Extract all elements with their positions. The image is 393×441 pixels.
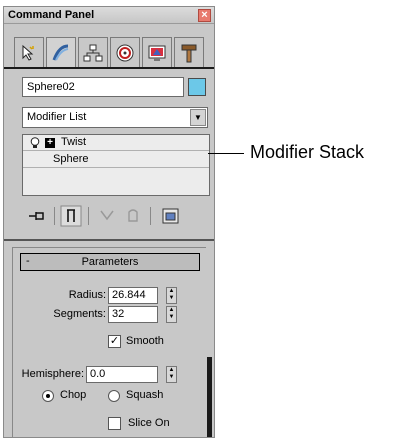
hemisphere-label: Hemisphere:	[21, 368, 84, 380]
stack-toolbar	[22, 205, 212, 229]
toolbar-separator	[88, 207, 89, 225]
segments-spinner[interactable]: ▲ ▼	[166, 306, 177, 323]
motion-wheel-icon	[116, 44, 134, 62]
chop-radio[interactable]	[42, 390, 54, 402]
radius-spinner[interactable]: ▲ ▼	[166, 287, 177, 304]
spinner-down-icon[interactable]: ▼	[167, 314, 176, 321]
parameters-header[interactable]: - Parameters	[20, 253, 200, 271]
show-end-result-icon[interactable]	[60, 205, 82, 227]
panel-title: Command Panel	[8, 9, 95, 21]
spinner-up-icon[interactable]: ▲	[167, 307, 176, 314]
hammer-icon	[181, 44, 197, 63]
hierarchy-icon	[83, 44, 103, 62]
squash-label: Squash	[126, 389, 164, 401]
smooth-label: Smooth	[126, 335, 164, 347]
radius-field[interactable]: 26.844	[108, 287, 158, 304]
lightbulb-icon[interactable]	[30, 137, 40, 149]
command-panel: Command Panel × Sphere02 Modifier List ▼…	[3, 6, 215, 438]
tab-display[interactable]	[142, 37, 172, 67]
panel-divider	[4, 239, 214, 241]
hemisphere-field[interactable]: 0.0	[86, 366, 158, 383]
arrow-cursor-icon	[22, 44, 34, 61]
modify-curve-icon	[52, 44, 69, 61]
tab-underline	[4, 67, 214, 69]
chevron-down-icon[interactable]: ▼	[190, 109, 206, 126]
toolbar-separator	[150, 207, 151, 225]
object-name-input[interactable]: Sphere02	[22, 77, 184, 97]
tab-modify[interactable]	[46, 37, 76, 67]
spinner-up-icon[interactable]: ▲	[167, 288, 176, 295]
slice-on-label: Slice On	[128, 417, 170, 429]
object-color-swatch[interactable]	[188, 78, 206, 96]
expand-icon[interactable]: +	[45, 138, 55, 148]
modifier-list-dropdown[interactable]: Modifier List ▼	[22, 107, 208, 128]
display-monitor-icon	[148, 45, 166, 61]
stack-item-twist[interactable]: + Twist	[23, 135, 209, 151]
squash-radio[interactable]	[108, 390, 120, 402]
stack-empty-row	[23, 169, 209, 185]
make-unique-icon[interactable]	[96, 205, 118, 227]
parameters-title: Parameters	[81, 256, 139, 268]
title-bar[interactable]: Command Panel ×	[4, 7, 214, 24]
slice-on-checkbox[interactable]	[108, 417, 121, 430]
tab-utilities[interactable]	[174, 37, 204, 67]
hemisphere-spinner[interactable]: ▲ ▼	[166, 366, 177, 383]
modifier-stack[interactable]: + Twist Sphere	[22, 134, 210, 196]
pin-stack-icon[interactable]	[26, 205, 48, 227]
callout-line	[208, 153, 244, 154]
remove-modifier-icon[interactable]	[122, 205, 144, 227]
spinner-up-icon[interactable]: ▲	[167, 367, 176, 374]
chop-label: Chop	[60, 389, 87, 401]
tab-hierarchy[interactable]	[78, 37, 108, 67]
command-tabs	[14, 37, 214, 67]
spinner-down-icon[interactable]: ▼	[167, 295, 176, 302]
tab-motion[interactable]	[110, 37, 140, 67]
close-button[interactable]: ×	[198, 9, 211, 22]
stack-item-sphere[interactable]: Sphere	[23, 152, 209, 168]
modifier-list-value: Modifier List	[27, 111, 87, 123]
stack-item-label: Sphere	[53, 153, 89, 165]
spinner-down-icon[interactable]: ▼	[167, 374, 176, 381]
segments-label: Segments:	[53, 308, 106, 320]
toolbar-separator	[54, 207, 55, 225]
rollout-scrollbar[interactable]	[207, 357, 212, 437]
configure-sets-icon[interactable]	[160, 205, 182, 227]
segments-field[interactable]: 32	[108, 306, 158, 323]
stack-item-label: Twist	[61, 136, 87, 148]
radius-label: Radius:	[68, 289, 106, 301]
callout-label: Modifier Stack	[250, 142, 365, 162]
tab-create[interactable]	[14, 37, 44, 67]
smooth-checkbox[interactable]: ✓	[108, 335, 121, 348]
